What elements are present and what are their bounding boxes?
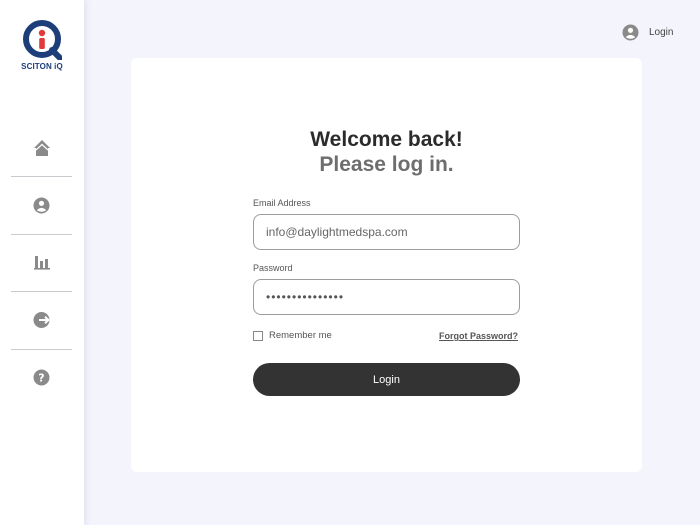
email-label: Email Address — [253, 198, 311, 208]
sidebar-item-home[interactable] — [11, 128, 72, 168]
page-subtitle: Please log in. — [319, 153, 454, 176]
forgot-password-link[interactable]: Forgot Password? — [439, 331, 518, 341]
logout-arrow-icon — [33, 312, 50, 328]
login-button[interactable]: Login — [253, 363, 520, 396]
header-login-label[interactable]: Login — [649, 27, 673, 38]
sidebar-divider — [11, 176, 72, 177]
help-question-icon: ? — [33, 369, 50, 385]
page-title: Welcome back! — [310, 128, 463, 151]
brand-logo[interactable]: SCITON iQ — [20, 20, 64, 71]
sidebar-item-reports[interactable] — [11, 242, 72, 282]
email-value: info@daylightmedspa.com — [266, 225, 408, 239]
remember-me[interactable]: Remember me — [253, 330, 332, 341]
brand-name: SCITON iQ — [21, 62, 63, 71]
remember-me-checkbox[interactable] — [253, 330, 263, 341]
remember-me-label: Remember me — [269, 330, 332, 341]
bar-chart-icon — [33, 256, 50, 270]
password-label: Password — [253, 263, 293, 273]
home-icon — [33, 140, 50, 156]
user-circle-icon — [622, 24, 639, 40]
user-circle-icon — [33, 197, 50, 213]
sidebar-divider — [11, 291, 72, 292]
header-login-button[interactable]: Login — [622, 23, 673, 41]
sidebar: SCITON iQ ? — [0, 0, 84, 525]
sidebar-item-help[interactable]: ? — [11, 357, 72, 397]
password-field[interactable]: ••••••••••••••• — [253, 279, 520, 315]
login-card: Welcome back! Please log in. Email Addre… — [131, 58, 642, 472]
svg-text:?: ? — [38, 371, 44, 384]
sidebar-item-logout[interactable] — [11, 300, 72, 340]
sidebar-divider — [11, 349, 72, 350]
password-value: ••••••••••••••• — [266, 290, 345, 304]
sidebar-item-account[interactable] — [11, 185, 72, 225]
sidebar-divider — [11, 234, 72, 235]
sciton-logo-icon — [23, 20, 62, 60]
email-field[interactable]: info@daylightmedspa.com — [253, 214, 520, 250]
